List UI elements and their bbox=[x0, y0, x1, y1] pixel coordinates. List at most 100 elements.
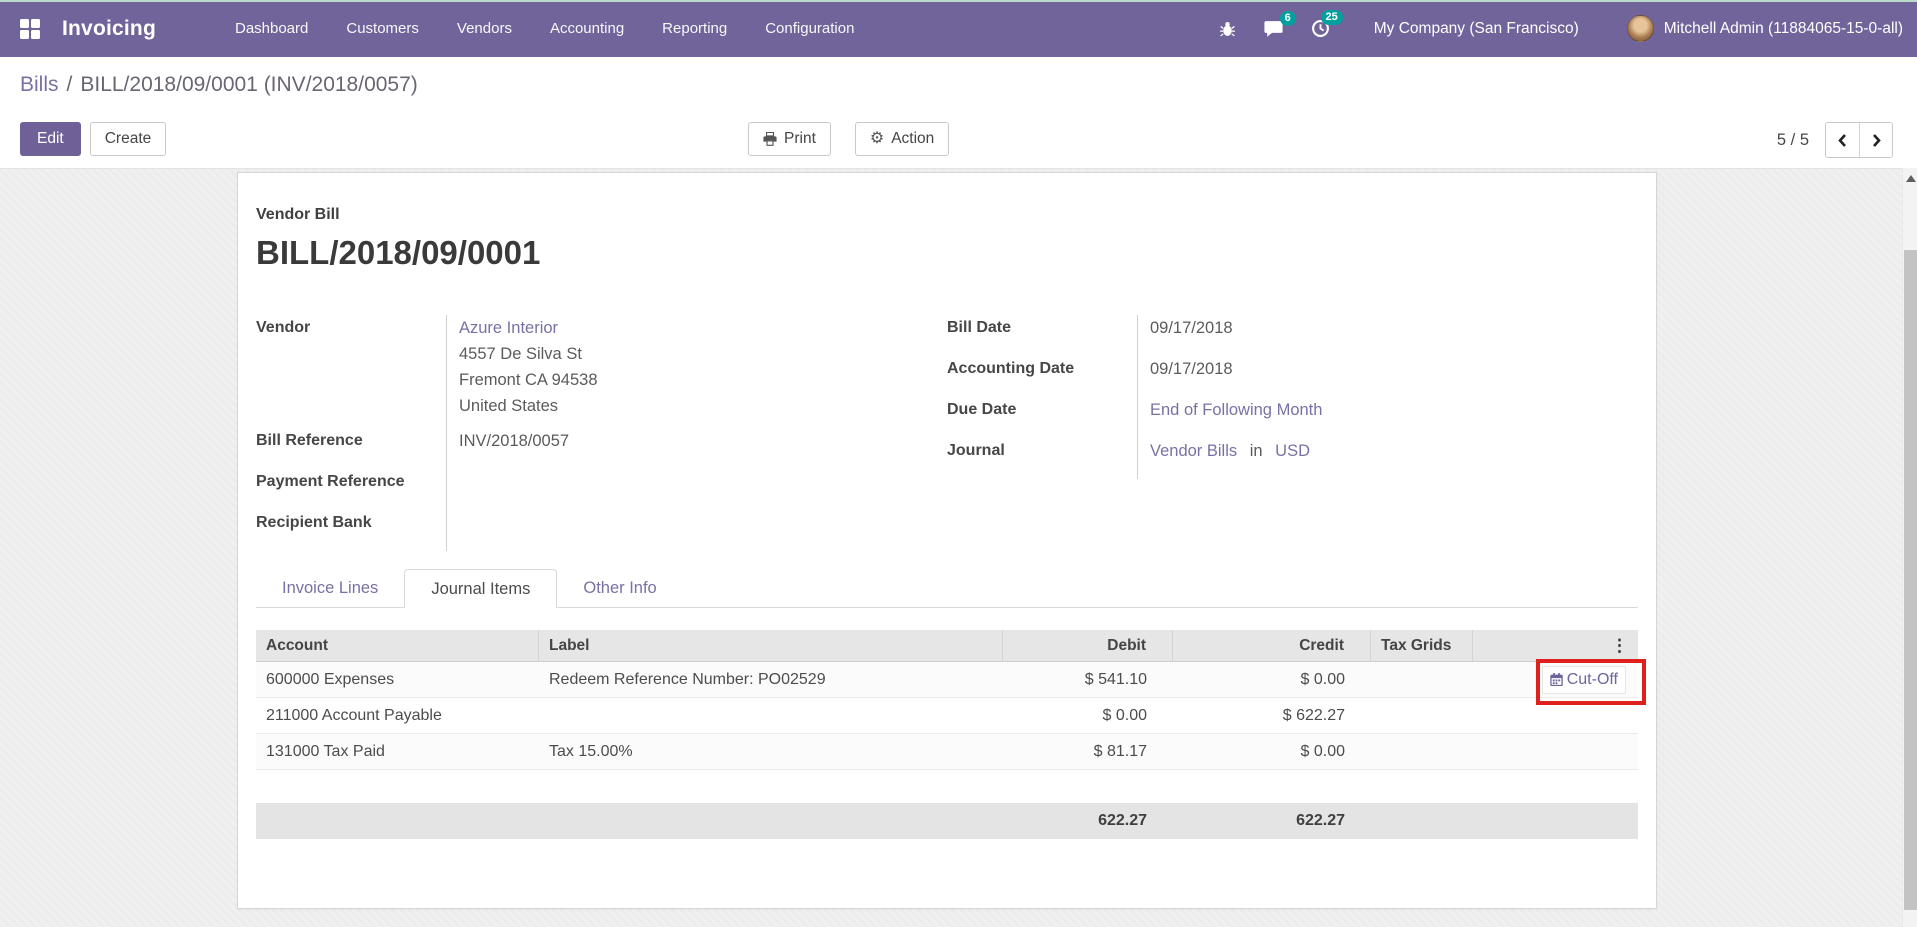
activities-icon[interactable]: 25 bbox=[1311, 19, 1330, 38]
journal-link[interactable]: Vendor Bills bbox=[1150, 442, 1237, 460]
content-area: Vendor Bill BILL/2018/09/0001 Vendor Azu… bbox=[0, 168, 1902, 927]
printer-icon bbox=[763, 132, 777, 146]
header-credit[interactable]: Credit bbox=[1173, 630, 1371, 661]
vendor-address-line: Fremont CA 94538 bbox=[459, 367, 947, 393]
breadcrumb-separator: / bbox=[67, 73, 73, 97]
messages-icon[interactable]: 6 bbox=[1264, 20, 1283, 38]
chevron-right-icon bbox=[1871, 133, 1882, 148]
total-debit: 622.27 bbox=[1003, 812, 1173, 830]
header-account[interactable]: Account bbox=[256, 630, 539, 661]
menu-vendors[interactable]: Vendors bbox=[438, 1, 531, 56]
table-header-row: Account Label Debit Credit Tax Grids ⋮ bbox=[256, 630, 1638, 662]
main-menus: Dashboard Customers Vendors Accounting R… bbox=[216, 1, 873, 56]
cell-debit: $ 0.00 bbox=[1003, 707, 1173, 725]
journal-items-table: Account Label Debit Credit Tax Grids ⋮ 6… bbox=[256, 630, 1638, 839]
top-navbar: Invoicing Dashboard Customers Vendors Ac… bbox=[0, 0, 1917, 57]
breadcrumb: Bills / BILL/2018/09/0001 (INV/2018/0057… bbox=[0, 57, 1917, 112]
cutoff-button[interactable]: Cut-Off bbox=[1542, 666, 1626, 694]
recipient-bank-value bbox=[446, 510, 947, 551]
payment-reference-label: Payment Reference bbox=[256, 469, 446, 510]
table-row[interactable]: 131000 Tax Paid Tax 15.00% $ 81.17 $ 0.0… bbox=[256, 734, 1638, 770]
print-button[interactable]: Print bbox=[748, 122, 831, 156]
cell-account: 131000 Tax Paid bbox=[256, 743, 539, 761]
action-button[interactable]: ⚙ Action bbox=[855, 122, 949, 156]
cell-credit: $ 622.27 bbox=[1173, 707, 1371, 725]
gear-icon: ⚙ bbox=[870, 131, 884, 147]
menu-customers[interactable]: Customers bbox=[327, 1, 438, 56]
field-groups: Vendor Azure Interior 4557 De Silva St F… bbox=[256, 315, 1638, 551]
tab-journal-items[interactable]: Journal Items bbox=[404, 569, 557, 608]
bill-reference-value: INV/2018/0057 bbox=[446, 428, 947, 469]
notebook-tabs: Invoice Lines Journal Items Other Info bbox=[256, 569, 1638, 608]
company-switcher[interactable]: My Company (San Francisco) bbox=[1374, 20, 1579, 38]
cell-account: 600000 Expenses bbox=[256, 671, 539, 689]
vertical-scrollbar bbox=[1902, 168, 1917, 927]
menu-reporting[interactable]: Reporting bbox=[643, 1, 746, 56]
journal-in-text: in bbox=[1250, 442, 1263, 460]
create-button[interactable]: Create bbox=[90, 122, 167, 156]
recipient-bank-label: Recipient Bank bbox=[256, 510, 446, 551]
menu-accounting[interactable]: Accounting bbox=[531, 1, 643, 56]
document-number: BILL/2018/09/0001 bbox=[256, 234, 1638, 272]
header-tax-grids[interactable]: Tax Grids bbox=[1371, 630, 1473, 661]
menu-configuration[interactable]: Configuration bbox=[746, 1, 873, 56]
user-menu[interactable]: Mitchell Admin (11884065-15-0-all) bbox=[1664, 20, 1903, 38]
tab-other-info[interactable]: Other Info bbox=[557, 569, 682, 607]
cell-credit: $ 0.00 bbox=[1173, 743, 1371, 761]
table-row[interactable]: 600000 Expenses Redeem Reference Number:… bbox=[256, 662, 1638, 698]
vendor-address-line: United States bbox=[459, 393, 947, 419]
cell-label: Redeem Reference Number: PO02529 bbox=[539, 671, 1003, 689]
menu-dashboard[interactable]: Dashboard bbox=[216, 1, 327, 56]
field-group-right: Bill Date 09/17/2018 Accounting Date 09/… bbox=[947, 315, 1638, 551]
navbar-right: 6 25 My Company (San Francisco) Mitchell… bbox=[1191, 15, 1903, 42]
due-date-value: End of Following Month bbox=[1137, 397, 1638, 438]
journal-label: Journal bbox=[947, 438, 1137, 479]
breadcrumb-bills-link[interactable]: Bills bbox=[20, 73, 59, 97]
cell-buttons: Cut-Off bbox=[1473, 662, 1638, 697]
vendor-address-line: 4557 De Silva St bbox=[459, 341, 947, 367]
apps-grid-icon[interactable] bbox=[20, 19, 40, 39]
document-type-label: Vendor Bill bbox=[256, 206, 1638, 224]
bill-reference-label: Bill Reference bbox=[256, 428, 446, 469]
table-row[interactable]: 211000 Account Payable $ 0.00 $ 622.27 bbox=[256, 698, 1638, 734]
currency-link[interactable]: USD bbox=[1275, 442, 1310, 460]
scrollbar-thumb[interactable] bbox=[1904, 250, 1917, 910]
pager-next-button[interactable] bbox=[1859, 123, 1892, 157]
bill-date-label: Bill Date bbox=[947, 315, 1137, 356]
total-credit: 622.27 bbox=[1173, 812, 1371, 830]
due-date-label: Due Date bbox=[947, 397, 1137, 438]
cell-debit: $ 541.10 bbox=[1003, 671, 1173, 689]
calendar-icon bbox=[1550, 673, 1563, 686]
header-label[interactable]: Label bbox=[539, 630, 1003, 661]
activities-badge: 25 bbox=[1321, 10, 1343, 25]
breadcrumb-current: BILL/2018/09/0001 (INV/2018/0057) bbox=[80, 73, 417, 97]
accounting-date-value: 09/17/2018 bbox=[1137, 356, 1638, 397]
odoo-invoicing-screen: Invoicing Dashboard Customers Vendors Ac… bbox=[0, 0, 1917, 927]
tab-invoice-lines[interactable]: Invoice Lines bbox=[256, 569, 404, 607]
cell-label: Tax 15.00% bbox=[539, 743, 1003, 761]
payment-reference-value bbox=[446, 469, 947, 510]
debug-bug-icon[interactable] bbox=[1219, 20, 1236, 37]
cell-account: 211000 Account Payable bbox=[256, 707, 539, 725]
user-avatar[interactable] bbox=[1627, 15, 1654, 42]
control-panel: Edit Create Print ⚙ Action 5 / 5 bbox=[0, 112, 1917, 168]
table-totals-row: 622.27 622.27 bbox=[256, 803, 1638, 839]
vendor-link[interactable]: Azure Interior bbox=[459, 315, 947, 341]
optional-columns-toggle[interactable]: ⋮ bbox=[1473, 630, 1638, 661]
scroll-up-icon[interactable] bbox=[1906, 175, 1916, 182]
bill-date-value: 09/17/2018 bbox=[1137, 315, 1638, 356]
vendor-value: Azure Interior 4557 De Silva St Fremont … bbox=[446, 315, 947, 428]
pager: 5 / 5 bbox=[1777, 122, 1893, 158]
pager-previous-button[interactable] bbox=[1826, 123, 1859, 157]
app-title[interactable]: Invoicing bbox=[62, 17, 156, 41]
payment-terms-link[interactable]: End of Following Month bbox=[1150, 401, 1322, 419]
vendor-label: Vendor bbox=[256, 315, 446, 428]
header-debit[interactable]: Debit bbox=[1003, 630, 1173, 661]
kebab-icon: ⋮ bbox=[1611, 636, 1628, 656]
pager-value[interactable]: 5 / 5 bbox=[1777, 131, 1809, 150]
window-edge-strip bbox=[0, 0, 1917, 2]
field-group-left: Vendor Azure Interior 4557 De Silva St F… bbox=[256, 315, 947, 551]
cell-credit: $ 0.00 bbox=[1173, 671, 1371, 689]
edit-button[interactable]: Edit bbox=[20, 122, 81, 156]
chevron-left-icon bbox=[1837, 133, 1848, 148]
